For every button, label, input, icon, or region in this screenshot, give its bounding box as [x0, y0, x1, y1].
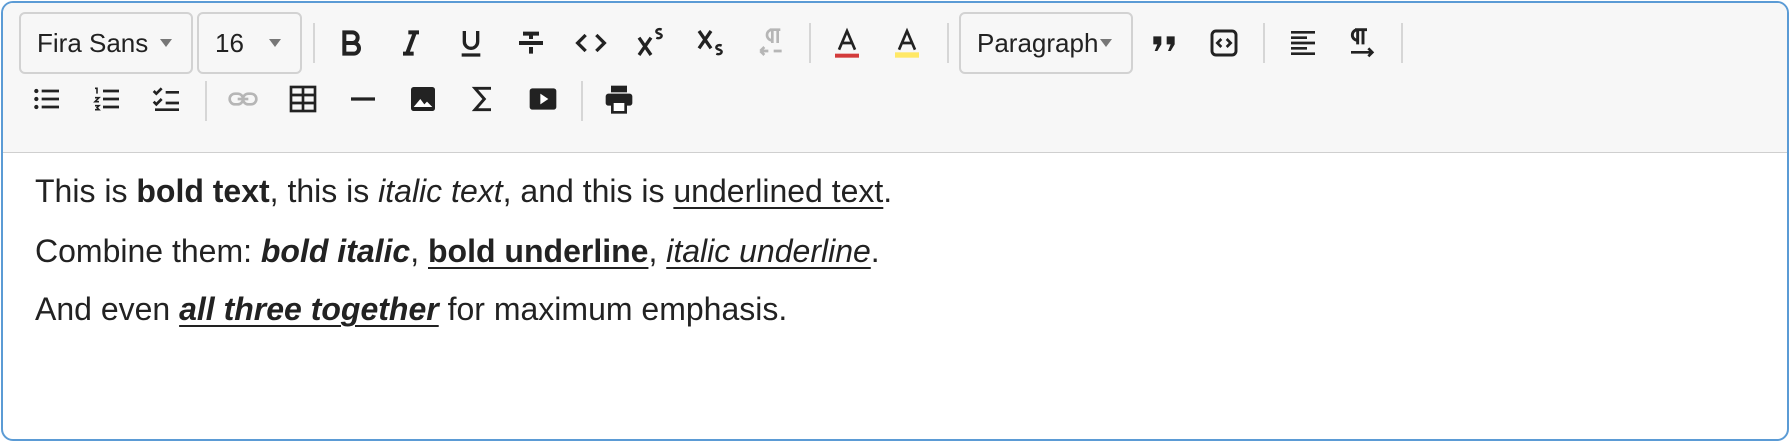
bold-italic-underline-text: all three together: [179, 291, 439, 327]
text-span: ,: [410, 233, 428, 269]
bold-italic-text: bold italic: [260, 233, 411, 269]
toolbar-divider: [313, 23, 315, 63]
print-button[interactable]: [591, 71, 647, 127]
italic-text: italic text: [378, 173, 503, 209]
text-span: Combine them:: [35, 233, 261, 269]
align-left-icon: [1291, 31, 1315, 55]
bold-text: bold text: [136, 173, 270, 209]
paragraph-2: Combine them: bold italic, bold underlin…: [35, 233, 880, 270]
rtl-direction-button[interactable]: [743, 15, 799, 71]
underlined-text: underlined text: [673, 173, 884, 209]
align-left-button[interactable]: [1275, 15, 1331, 71]
checklist-button[interactable]: [139, 71, 195, 127]
checklist-icon: [152, 87, 179, 111]
text-color-button[interactable]: [819, 15, 875, 71]
text-span: ,: [648, 233, 667, 269]
font-size-select[interactable]: 16: [197, 12, 302, 74]
block-format-value: Paragraph: [977, 27, 1099, 58]
bullet-list-button[interactable]: [19, 71, 75, 127]
code-block-button[interactable]: [1196, 15, 1252, 71]
code-icon: [575, 33, 607, 53]
text-span: .: [883, 173, 893, 209]
toolbar-divider: [809, 23, 811, 63]
superscript-icon: [637, 27, 663, 56]
image-button[interactable]: [395, 71, 451, 127]
bold-icon: [342, 30, 361, 56]
rich-text-editor: Fira Sans 16 Paragraph This is bold text…: [1, 1, 1789, 441]
font-family-value: Fira Sans: [37, 27, 149, 58]
text-span: for maximum emphasis.: [438, 291, 788, 327]
toolbar-divider: [1401, 23, 1403, 63]
bold-button[interactable]: [323, 15, 379, 71]
print-icon: [605, 85, 633, 114]
chevron-down-icon: [1100, 39, 1112, 47]
table-icon: [289, 85, 317, 113]
toolbar-divider: [205, 81, 207, 121]
underline-button[interactable]: [443, 15, 499, 71]
italic-underline-text: italic underline: [666, 233, 871, 269]
horizontal-rule-button[interactable]: [335, 71, 391, 127]
toolbar-divider: [947, 23, 949, 63]
link-button[interactable]: [215, 71, 271, 127]
subscript-button[interactable]: [683, 15, 739, 71]
underline-icon: [461, 31, 481, 57]
text-span: This is: [35, 173, 137, 209]
ltr-direction-button[interactable]: [1335, 15, 1391, 71]
math-formula-button[interactable]: [455, 71, 511, 127]
strikethrough-button[interactable]: [503, 15, 559, 71]
table-button[interactable]: [275, 71, 331, 127]
block-format-select[interactable]: Paragraph: [959, 12, 1133, 74]
italic-icon: [403, 30, 419, 56]
text-span: , and this is: [502, 173, 674, 209]
text-span: And even: [35, 291, 180, 327]
link-icon: [228, 92, 258, 106]
sigma-icon: [471, 86, 491, 112]
font-size-value: 16: [215, 27, 244, 58]
text-span: , this is: [269, 173, 379, 209]
video-icon: [529, 88, 557, 110]
chevron-down-icon: [160, 39, 172, 47]
paragraph-1: This is bold text, this is italic text, …: [35, 173, 892, 210]
toolbar-divider: [581, 81, 583, 121]
inline-code-button[interactable]: [563, 15, 619, 71]
editor-toolbar: Fira Sans 16 Paragraph: [3, 3, 1787, 153]
toolbar-divider: [1263, 23, 1265, 63]
blockquote-icon: [1153, 36, 1175, 51]
paragraph-ltr-icon: [1350, 28, 1375, 58]
video-button[interactable]: [515, 71, 571, 127]
text-color-icon: [835, 27, 859, 58]
numbered-list-button[interactable]: [79, 71, 135, 127]
highlight-color-button[interactable]: [879, 15, 935, 71]
paragraph-3: And even all three together for maximum …: [35, 291, 787, 328]
text-span: .: [870, 233, 880, 269]
horizontal-rule-icon: [351, 97, 375, 101]
strikethrough-icon: [519, 31, 543, 54]
highlight-color-icon: [895, 27, 919, 58]
subscript-icon: [697, 30, 723, 56]
paragraph-rtl-icon: [759, 28, 782, 56]
numbered-list-icon: [93, 87, 119, 111]
blockquote-button[interactable]: [1136, 15, 1192, 71]
font-family-select[interactable]: Fira Sans: [19, 12, 193, 74]
bullet-list-icon: [34, 88, 59, 110]
code-block-icon: [1210, 29, 1238, 57]
image-icon: [411, 87, 435, 111]
chevron-down-icon: [269, 39, 281, 47]
italic-button[interactable]: [383, 15, 439, 71]
bold-underline-text: bold underline: [428, 233, 649, 269]
superscript-button[interactable]: [623, 15, 679, 71]
